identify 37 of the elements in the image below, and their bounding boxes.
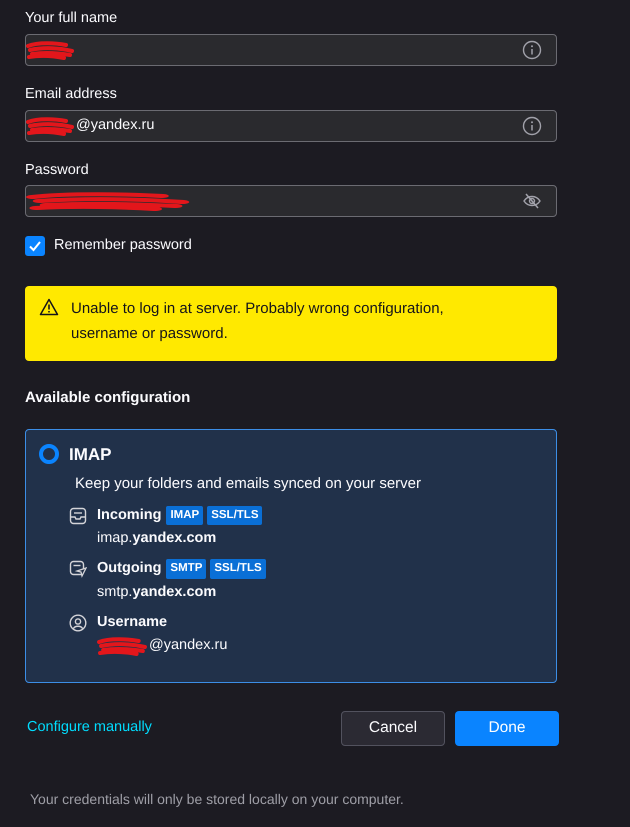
configure-manually-link[interactable]: Configure manually	[27, 717, 152, 739]
protocol-tag: SMTP	[166, 559, 206, 578]
checkmark-icon	[28, 239, 42, 254]
warning-text: Unable to log in at server. Probably wrong configuration, username or password.	[71, 299, 445, 344]
server-label: Username	[97, 612, 168, 632]
server-host: @yandex.ru	[149, 636, 228, 656]
option-description: Keep your folders and emails synced on your server	[75, 474, 422, 494]
input-field[interactable]	[25, 34, 557, 66]
server-label: Incoming	[97, 506, 162, 524]
footer-note: Your credentials will only be stored locally on your computer.	[30, 790, 405, 809]
configuration-card[interactable]: IMAP Keep your folders and emails synced on your server Incoming IMAP SSL/TLS imap.yandex.com Outgoing SMTP SSL/TLS smtp.yandex.com Username @yandex.ru	[25, 428, 557, 682]
protocol-tag: SSL/TLS	[210, 559, 266, 578]
hide-password-icon[interactable]	[522, 193, 542, 210]
protocol-tag: IMAP	[166, 506, 204, 525]
inbox-icon	[69, 506, 87, 524]
checkbox-label: Remember password	[54, 236, 192, 256]
info-icon[interactable]	[522, 40, 542, 60]
field-label: Password	[25, 160, 90, 180]
radio-button[interactable]	[39, 444, 59, 464]
server-host: smtp.yandex.com	[97, 582, 216, 602]
input-field[interactable]	[25, 185, 557, 218]
send-mail-icon	[69, 560, 87, 578]
warning-icon	[39, 298, 59, 316]
server-host: imap.yandex.com	[97, 529, 216, 548]
checkbox[interactable]	[25, 236, 45, 256]
field-value: @yandex.ru	[76, 116, 154, 135]
protocol-tag: SSL/TLS	[207, 506, 262, 525]
field-label: Email address	[25, 84, 118, 104]
option-title: IMAP	[69, 444, 112, 466]
section-heading: Available configuration	[25, 388, 192, 408]
field-label: Your full name	[25, 9, 118, 28]
done-button[interactable]: Done	[455, 710, 559, 746]
info-icon[interactable]	[522, 116, 542, 136]
user-icon	[69, 614, 87, 632]
input-field[interactable]: @yandex.ru	[25, 110, 557, 142]
server-label: Outgoing	[97, 559, 162, 578]
cancel-button[interactable]: Cancel	[341, 710, 445, 746]
